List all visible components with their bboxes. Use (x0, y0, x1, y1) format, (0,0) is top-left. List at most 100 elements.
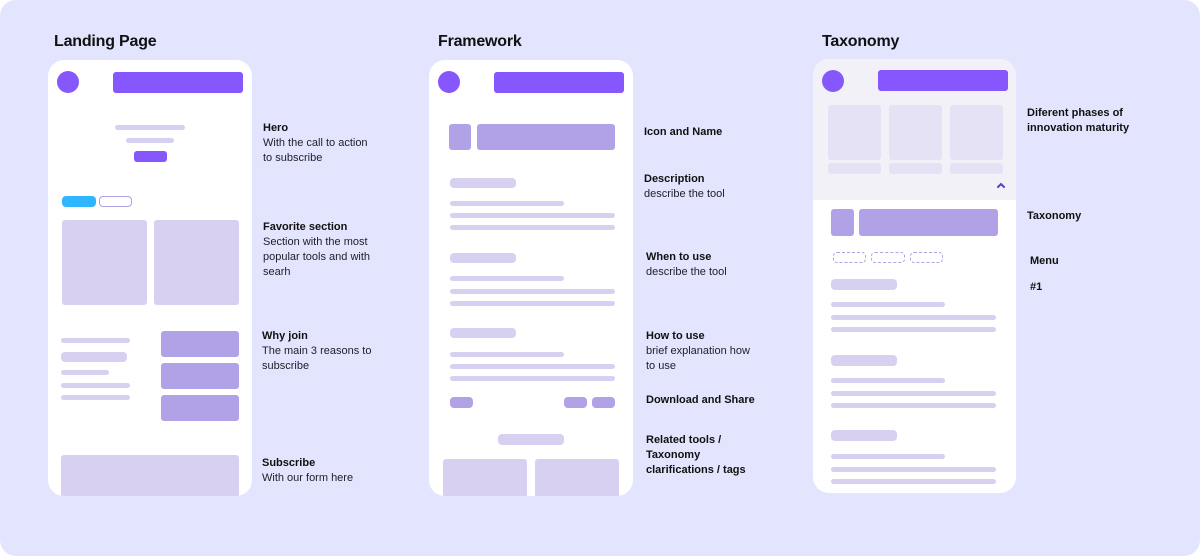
related-tool-card[interactable] (443, 459, 527, 496)
note-why-join: Why join The main 3 reasons to subscribe (262, 329, 371, 374)
note-number: #1 (1030, 280, 1042, 295)
note-title: Menu (1030, 255, 1059, 267)
taxonomy-name (859, 209, 998, 236)
note-title: Subscribe (262, 457, 316, 469)
favorite-card[interactable] (154, 220, 239, 305)
description-line (450, 201, 564, 206)
note-desc: describe the tool (646, 266, 727, 278)
note-desc: Taxonomy (646, 449, 701, 461)
framework-phone (429, 60, 633, 496)
header-bar (113, 72, 243, 93)
wireframe-board: Landing Page Hero With the call to actio… (0, 0, 1200, 556)
section-line (831, 302, 945, 307)
description-line (450, 213, 615, 218)
section-heading (831, 355, 897, 366)
note-description: Description describe the tool (644, 172, 725, 202)
note-title: Favorite section (263, 221, 348, 233)
why-join-line (61, 383, 130, 388)
logo-avatar (822, 70, 844, 92)
phase-card[interactable] (950, 105, 1003, 160)
how-to-use-line (450, 364, 615, 369)
note-desc: subscribe (262, 360, 310, 372)
why-join-line (61, 370, 109, 375)
section-line (831, 378, 945, 383)
section-line (831, 315, 996, 320)
favorites-tab-active[interactable] (62, 196, 96, 207)
note-icon-and-name: Icon and Name (644, 125, 722, 140)
note-desc: to use (646, 360, 676, 372)
subscribe-form[interactable] (61, 455, 239, 496)
how-to-use-line (450, 376, 615, 381)
section-line (831, 327, 996, 332)
when-to-use-line (450, 289, 615, 294)
favorite-card[interactable] (62, 220, 147, 305)
download-button[interactable] (450, 397, 473, 408)
note-title: How to use (646, 330, 705, 342)
menu-tab[interactable] (833, 252, 866, 263)
note-title: Hero (263, 122, 289, 134)
when-to-use-line (450, 301, 615, 306)
note-related-tools: Related tools / Taxonomy clarifications … (646, 433, 746, 478)
hero-subtitle-line (126, 138, 174, 143)
chevron-up-icon[interactable] (997, 182, 1005, 190)
share-button[interactable] (592, 397, 615, 408)
favorites-tab[interactable] (99, 196, 132, 207)
header-bar (494, 72, 624, 93)
hero-cta-button[interactable] (134, 151, 167, 162)
why-join-line (61, 338, 130, 343)
landing-page-title: Landing Page (54, 33, 157, 50)
note-download-and-share: Download and Share (646, 393, 755, 408)
note-desc: searh (263, 266, 291, 278)
hero-title-line (115, 125, 185, 130)
note-desc: With our form here (262, 472, 354, 484)
note-title: #1 (1030, 281, 1043, 293)
why-join-heading (61, 352, 127, 362)
why-join-line (61, 395, 130, 400)
phase-card[interactable] (828, 105, 881, 160)
note-desc: Section with the most (263, 236, 368, 248)
landing-page-phone (48, 60, 252, 496)
description-line (450, 225, 615, 230)
when-to-use-heading (450, 253, 516, 263)
phase-label (828, 163, 881, 174)
phase-label (889, 163, 942, 174)
how-to-use-heading (450, 328, 516, 338)
section-line (831, 467, 996, 472)
note-desc: The main 3 reasons to (262, 345, 372, 357)
note-title: Diferent phases of (1027, 107, 1123, 119)
taxonomy-title: Taxonomy (822, 33, 900, 50)
tool-name (477, 124, 615, 150)
section-heading (831, 430, 897, 441)
description-heading (450, 178, 516, 188)
note-desc: popular tools and with (263, 251, 371, 263)
section-line (831, 454, 945, 459)
taxonomy-icon (831, 209, 854, 236)
section-line (831, 479, 996, 484)
note-subscribe: Subscribe With our form here (262, 456, 353, 486)
reason-card (161, 395, 239, 421)
menu-tab[interactable] (910, 252, 943, 263)
note-desc: to subscribe (263, 152, 323, 164)
related-heading (498, 434, 564, 445)
share-button[interactable] (564, 397, 587, 408)
note-taxonomy: Taxonomy (1027, 209, 1081, 224)
taxonomy-phone (813, 59, 1016, 493)
section-heading (831, 279, 897, 290)
phase-card[interactable] (889, 105, 942, 160)
note-desc: With the call to action (263, 137, 368, 149)
note-desc: brief explanation how (646, 345, 750, 357)
logo-avatar (438, 71, 460, 93)
note-title: Why join (262, 330, 308, 342)
note-title: Icon and Name (644, 126, 723, 138)
note-title: Related tools / (646, 434, 722, 446)
reason-card (161, 363, 239, 389)
note-maturity-phases: Diferent phases of innovation maturity (1027, 106, 1129, 136)
note-hero: Hero With the call to action to subscrib… (263, 121, 368, 166)
menu-tab[interactable] (871, 252, 905, 263)
note-when-to-use: When to use describe the tool (646, 250, 727, 280)
how-to-use-line (450, 352, 564, 357)
note-title: Description (644, 173, 705, 185)
section-line (831, 391, 996, 396)
related-tool-card[interactable] (535, 459, 619, 496)
when-to-use-line (450, 276, 564, 281)
